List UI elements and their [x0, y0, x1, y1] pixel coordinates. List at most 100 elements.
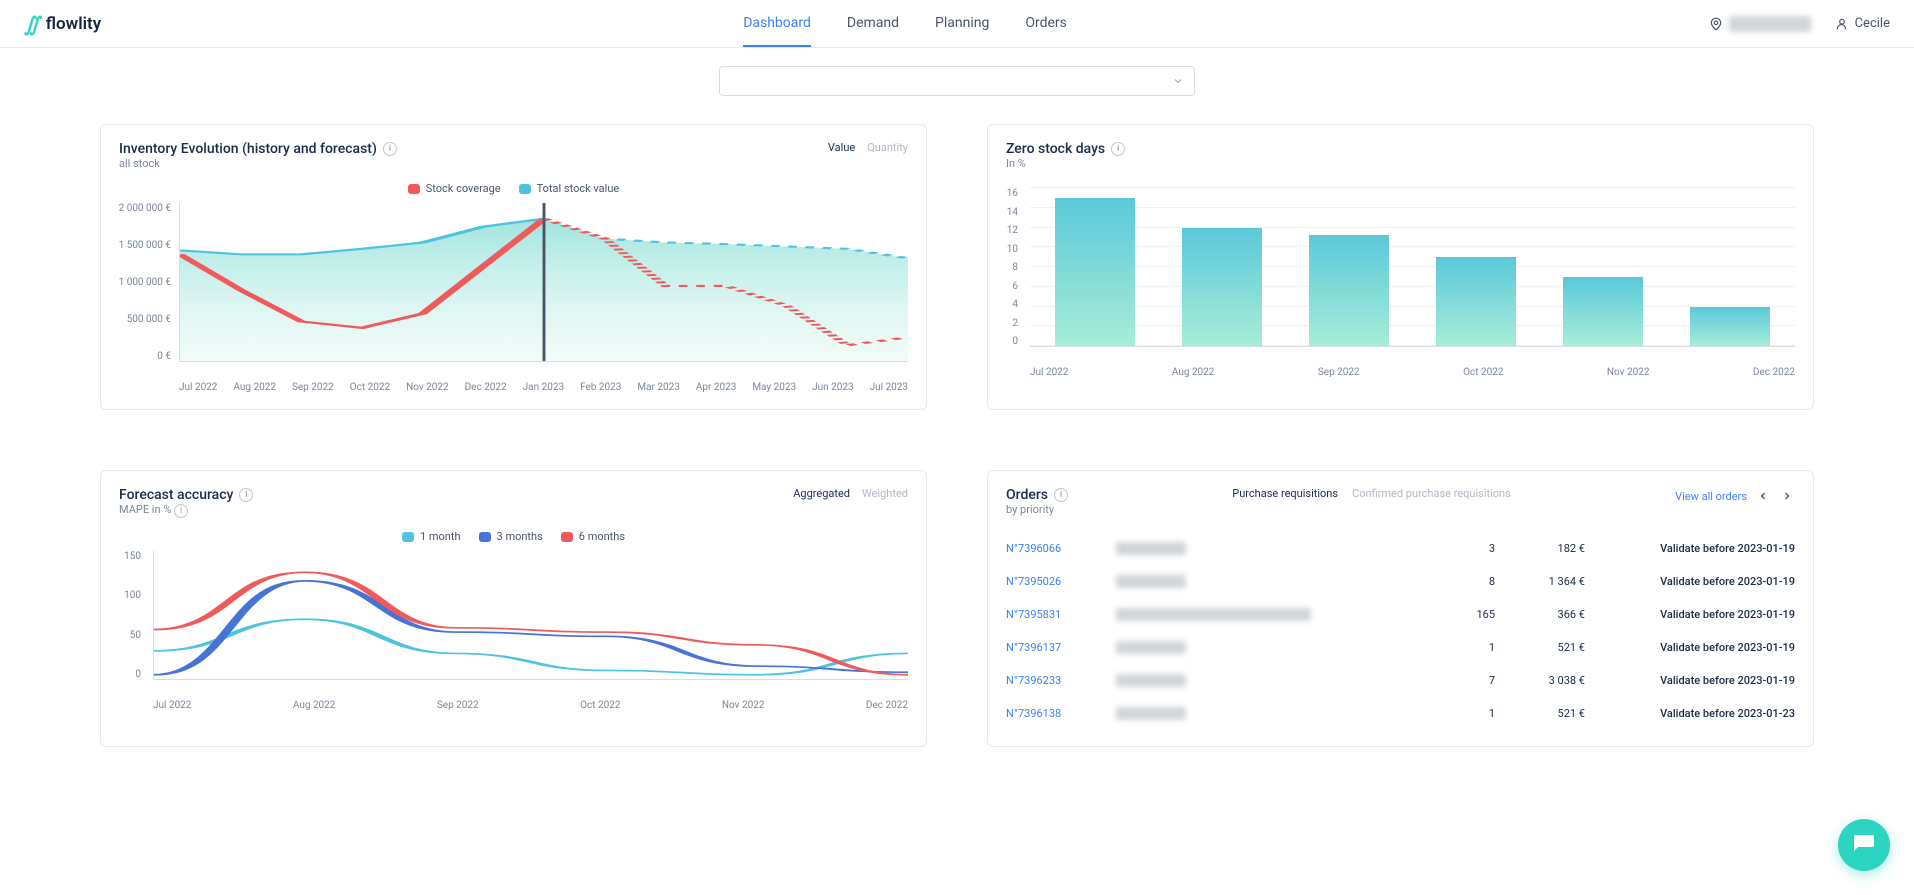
- forecast-toggle: Aggregated Weighted: [793, 487, 908, 500]
- forecast-chart: 150100500 Jul 2022Aug 2022Sep 2022Oct 20…: [119, 551, 908, 711]
- order-deadline: Validate before 2023-01-19: [1595, 542, 1795, 555]
- dashboard-grid: Inventory Evolution (history and forecas…: [0, 114, 1914, 787]
- nav-orders[interactable]: Orders: [1025, 1, 1067, 47]
- toggle-value[interactable]: Value: [828, 141, 855, 154]
- order-row: N°7396233 ████████ 7 3 038 € Validate before…: [1006, 664, 1795, 697]
- order-amount: 521 €: [1505, 641, 1585, 654]
- order-id-link[interactable]: N°7396066: [1006, 542, 1106, 555]
- chat-button[interactable]: [1838, 819, 1890, 871]
- order-deadline: Validate before 2023-01-19: [1595, 575, 1795, 588]
- inventory-legend: Stock coverage Total stock value: [119, 182, 908, 195]
- orders-card: Orders i by priority Purchase requisitio…: [987, 470, 1814, 747]
- main-nav: Dashboard Demand Planning Orders: [743, 1, 1067, 47]
- order-deadline: Validate before 2023-01-19: [1595, 674, 1795, 687]
- order-row: N°7395026 ████████ 8 1 364 € Validate before…: [1006, 565, 1795, 598]
- order-deadline: Validate before 2023-01-19: [1595, 608, 1795, 621]
- orders-title: Orders: [1006, 487, 1048, 503]
- order-desc: ████████████████████████: [1116, 608, 1425, 621]
- filter-row: [0, 48, 1914, 114]
- user-icon: [1835, 17, 1849, 31]
- inventory-toggle: Value Quantity: [828, 141, 908, 154]
- nav-planning[interactable]: Planning: [935, 1, 989, 47]
- brand-name: flowlity: [46, 14, 101, 34]
- zero-stock-subtitle: In %: [1006, 157, 1125, 170]
- chevron-left-icon: [1757, 490, 1769, 502]
- inventory-card: Inventory Evolution (history and forecas…: [100, 124, 927, 410]
- order-qty: 1: [1435, 641, 1495, 654]
- order-desc: ████████: [1116, 674, 1425, 687]
- order-qty: 165: [1435, 608, 1495, 621]
- zero-stock-chart: 1614121086420 Jul 2022Aug 2022Sep 2022Oc…: [1006, 188, 1795, 378]
- order-id-link[interactable]: N°7396138: [1006, 707, 1106, 720]
- chevron-right-icon: [1781, 490, 1793, 502]
- orders-list: N°7396066 ████████ 3 182 € Validate before 2…: [1006, 532, 1795, 730]
- tab-confirmed-req[interactable]: Confirmed purchase requisitions: [1352, 487, 1511, 500]
- zero-stock-card: Zero stock days i In % 1614121086420 Jul…: [987, 124, 1814, 410]
- tab-purchase-req[interactable]: Purchase requisitions: [1232, 487, 1338, 500]
- order-amount: 182 €: [1505, 542, 1585, 555]
- brand-logo[interactable]: ∬ flowlity: [24, 12, 101, 36]
- location-name: ████████: [1729, 16, 1811, 32]
- filter-dropdown[interactable]: [719, 66, 1195, 96]
- orders-subtitle: by priority: [1006, 503, 1068, 516]
- order-id-link[interactable]: N°7395831: [1006, 608, 1106, 621]
- pin-icon: [1709, 17, 1723, 31]
- order-amount: 521 €: [1505, 707, 1585, 720]
- order-qty: 8: [1435, 575, 1495, 588]
- chevron-down-icon: [1172, 75, 1184, 87]
- order-row: N°7395831 ████████████████████████ 165 366 …: [1006, 598, 1795, 631]
- chat-icon: [1852, 833, 1876, 857]
- order-amount: 1 364 €: [1505, 575, 1585, 588]
- location-selector[interactable]: ████████: [1709, 16, 1811, 32]
- order-desc: ████████: [1116, 707, 1425, 720]
- user-name: Cecile: [1855, 16, 1890, 31]
- forecast-title: Forecast accuracy: [119, 487, 233, 503]
- nav-dashboard[interactable]: Dashboard: [743, 1, 811, 47]
- forecast-card: Forecast accuracy i MAPE in % i Aggregat…: [100, 470, 927, 747]
- legend-total-stock: Total stock value: [537, 182, 620, 195]
- order-qty: 3: [1435, 542, 1495, 555]
- forecast-subtitle: MAPE in % i: [119, 503, 253, 518]
- toggle-aggregated[interactable]: Aggregated: [793, 487, 850, 500]
- header-right-group: ████████ Cecile: [1709, 16, 1890, 32]
- order-row: N°7396066 ████████ 3 182 € Validate before 2…: [1006, 532, 1795, 565]
- orders-tab-group: Purchase requisitions Confirmed purchase…: [1232, 487, 1511, 500]
- toggle-weighted[interactable]: Weighted: [862, 487, 908, 500]
- inventory-chart: 2 000 000 €1 500 000 €1 000 000 €500 000…: [119, 203, 908, 393]
- legend-6m: 6 months: [579, 530, 625, 543]
- order-qty: 7: [1435, 674, 1495, 687]
- inventory-subtitle: all stock: [119, 157, 397, 170]
- order-amount: 3 038 €: [1505, 674, 1585, 687]
- order-id-link[interactable]: N°7396137: [1006, 641, 1106, 654]
- order-row: N°7396138 ████████ 1 521 € Validate before 2…: [1006, 697, 1795, 730]
- info-icon[interactable]: i: [383, 142, 397, 156]
- order-id-link[interactable]: N°7396233: [1006, 674, 1106, 687]
- forecast-legend: 1 month 3 months 6 months: [119, 530, 908, 543]
- info-icon[interactable]: i: [1111, 142, 1125, 156]
- zero-stock-title: Zero stock days: [1006, 141, 1105, 157]
- view-all-orders-link[interactable]: View all orders: [1675, 490, 1747, 503]
- info-icon[interactable]: i: [1054, 488, 1068, 502]
- orders-prev-button[interactable]: [1755, 487, 1771, 506]
- legend-1m: 1 month: [420, 530, 461, 543]
- order-id-link[interactable]: N°7395026: [1006, 575, 1106, 588]
- order-deadline: Validate before 2023-01-23: [1595, 707, 1795, 720]
- logo-mark-icon: ∬: [24, 12, 40, 36]
- orders-next-button[interactable]: [1779, 487, 1795, 506]
- legend-stock-coverage: Stock coverage: [426, 182, 501, 195]
- info-icon[interactable]: i: [239, 488, 253, 502]
- top-header: ∬ flowlity Dashboard Demand Planning Ord…: [0, 0, 1914, 48]
- order-desc: ████████: [1116, 542, 1425, 555]
- user-menu[interactable]: Cecile: [1835, 16, 1890, 31]
- nav-demand[interactable]: Demand: [847, 1, 899, 47]
- order-qty: 1: [1435, 707, 1495, 720]
- info-icon[interactable]: i: [174, 504, 188, 518]
- inventory-title: Inventory Evolution (history and forecas…: [119, 141, 377, 157]
- order-desc: ████████: [1116, 575, 1425, 588]
- order-row: N°7396137 ████████ 1 521 € Validate before 2…: [1006, 631, 1795, 664]
- order-deadline: Validate before 2023-01-19: [1595, 641, 1795, 654]
- order-amount: 366 €: [1505, 608, 1585, 621]
- toggle-quantity[interactable]: Quantity: [867, 141, 908, 154]
- legend-3m: 3 months: [497, 530, 543, 543]
- order-desc: ████████: [1116, 641, 1425, 654]
